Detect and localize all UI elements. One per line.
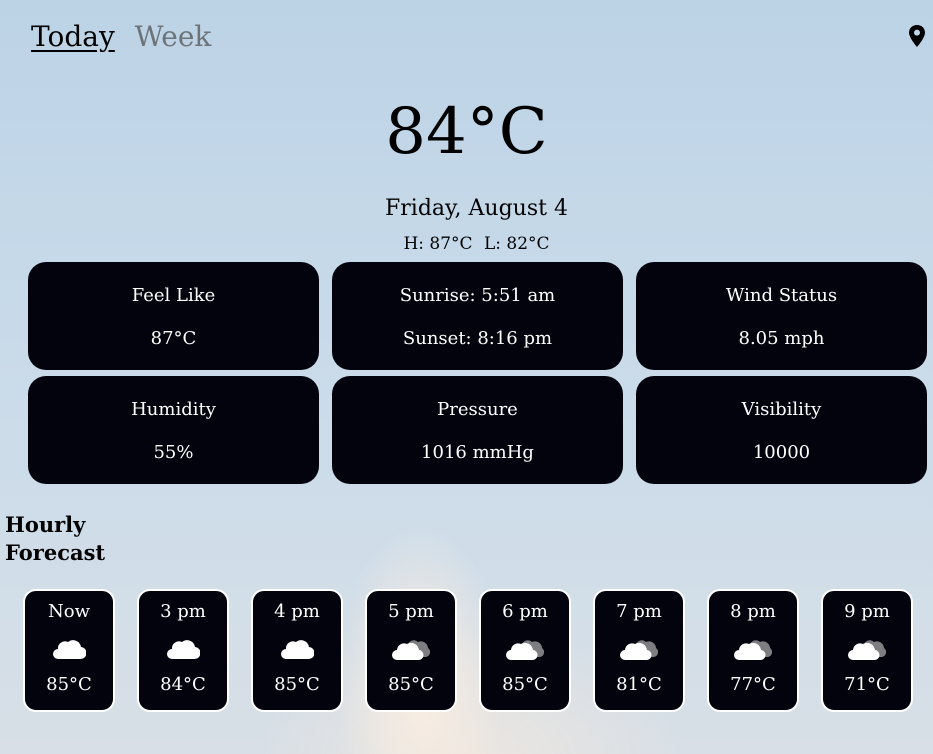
card-label: Wind Status xyxy=(725,285,838,306)
card-value: 55% xyxy=(153,442,194,463)
hourly-forecast-heading: Hourly Forecast xyxy=(5,512,106,565)
hour-time: 4 pm xyxy=(274,601,320,622)
tab-today[interactable]: Today xyxy=(31,20,115,53)
high-temp: H: 87°C xyxy=(403,234,473,254)
hour-card: 9 pm 71°C xyxy=(821,589,913,712)
hour-temp: 85°C xyxy=(274,674,320,695)
hour-time: 3 pm xyxy=(160,601,206,622)
card-label: Pressure xyxy=(437,399,518,420)
hour-time: 8 pm xyxy=(730,601,776,622)
hour-card: Now 85°C xyxy=(23,589,115,712)
card-value: 8.05 mph xyxy=(738,328,825,349)
cloud-icon xyxy=(281,640,314,660)
cloud-icon xyxy=(53,640,86,660)
hour-temp: 85°C xyxy=(46,674,92,695)
low-temp: L: 82°C xyxy=(483,234,550,254)
hour-temp: 84°C xyxy=(160,674,206,695)
card-label: Visibility xyxy=(741,399,822,420)
hour-temp: 71°C xyxy=(844,674,890,695)
sunrise-text: Sunrise: 5:51 am xyxy=(399,285,556,306)
hour-card: 7 pm 81°C xyxy=(593,589,685,712)
hour-time: Now xyxy=(48,601,90,622)
hour-card: 8 pm 77°C xyxy=(707,589,799,712)
humidity-card: Humidity 55% xyxy=(28,376,319,484)
feel-like-card: Feel Like 87°C xyxy=(28,262,319,370)
hour-card: 3 pm 84°C xyxy=(137,589,229,712)
visibility-card: Visibility 10000 xyxy=(636,376,927,484)
hour-card: 5 pm 85°C xyxy=(365,589,457,712)
hour-temp: 77°C xyxy=(730,674,776,695)
details-grid: Feel Like 87°C Sunrise: 5:51 am Sunset: … xyxy=(28,262,927,484)
hour-time: 7 pm xyxy=(616,601,662,622)
current-date: Friday, August 4 xyxy=(385,196,568,221)
map-pin-icon[interactable] xyxy=(907,24,927,48)
hour-time: 5 pm xyxy=(388,601,434,622)
high-low: H: 87°C L: 82°C xyxy=(0,234,933,254)
overcast-clouds-icon xyxy=(734,640,772,661)
overcast-clouds-icon xyxy=(392,640,430,661)
cloud-icon xyxy=(167,640,200,660)
hour-card: 6 pm 85°C xyxy=(479,589,571,712)
overcast-clouds-icon xyxy=(848,640,886,661)
sun-times-card: Sunrise: 5:51 am Sunset: 8:16 pm xyxy=(332,262,623,370)
hour-card: 4 pm 85°C xyxy=(251,589,343,712)
card-value: 10000 xyxy=(752,442,811,463)
hour-temp: 85°C xyxy=(388,674,434,695)
hour-time: 9 pm xyxy=(844,601,890,622)
wind-status-card: Wind Status 8.05 mph xyxy=(636,262,927,370)
hour-temp: 81°C xyxy=(616,674,662,695)
card-label: Humidity xyxy=(131,399,216,420)
view-tabs: Today Week xyxy=(31,20,211,53)
pressure-card: Pressure 1016 mmHg xyxy=(332,376,623,484)
sunset-text: Sunset: 8:16 pm xyxy=(402,328,553,349)
overcast-clouds-icon xyxy=(506,640,544,661)
overcast-clouds-icon xyxy=(620,640,658,661)
hour-temp: 85°C xyxy=(502,674,548,695)
card-label: Feel Like xyxy=(131,285,216,306)
card-value: 87°C xyxy=(150,328,197,349)
hourly-forecast-list: Now 85°C 3 pm 84°C 4 pm 85°C 5 pm 85°C 6… xyxy=(23,589,913,712)
current-temperature: 84°C xyxy=(385,95,548,169)
tab-week[interactable]: Week xyxy=(135,20,212,53)
card-value: 1016 mmHg xyxy=(421,442,534,463)
hour-time: 6 pm xyxy=(502,601,548,622)
